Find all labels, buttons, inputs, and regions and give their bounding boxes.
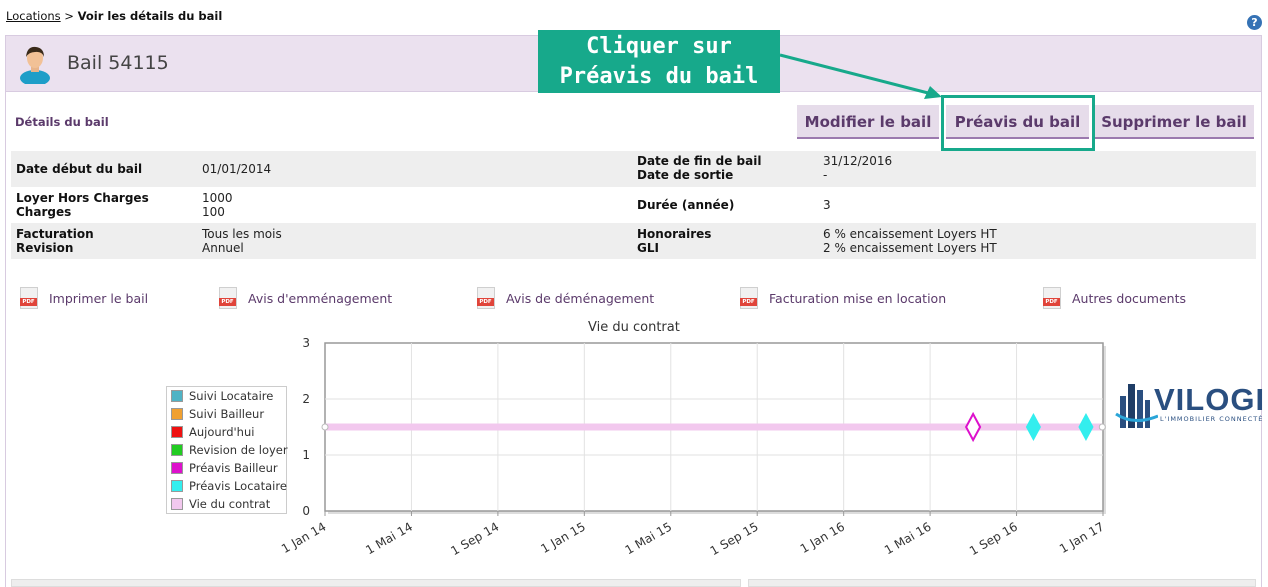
gli-label: GLI	[637, 241, 659, 255]
breadcrumb-locations-link[interactable]: Locations	[6, 9, 61, 23]
legend-swatch	[171, 480, 183, 492]
exit-date-value: -	[823, 168, 828, 182]
pdf-icon	[20, 287, 38, 309]
legend-swatch	[171, 498, 183, 510]
legend-label: Aujourd'hui	[189, 425, 255, 439]
document-label[interactable]: Autres documents	[1072, 291, 1186, 306]
chart-title: Vie du contrat	[588, 320, 680, 335]
building-logo-icon	[1115, 384, 1158, 428]
legend-label: Suivi Locataire	[189, 389, 274, 403]
rent-label: Loyer Hors Charges	[16, 191, 149, 205]
legend-swatch	[171, 390, 183, 402]
details-row-dates: Date début du bail 01/01/2014 Date de fi…	[11, 151, 1256, 187]
chart-legend: Suivi Locataire Suivi Bailleur Aujourd'hui…	[166, 386, 288, 515]
end-date-label: Date de fin de bail	[637, 154, 762, 168]
delete-lease-button[interactable]: Supprimer le bail	[1094, 105, 1254, 139]
legend-item: Suivi Bailleur	[171, 407, 264, 425]
logo-tagline: L'IMMOBILIER CONNECTÉ	[1160, 415, 1264, 423]
legend-swatch	[171, 444, 183, 456]
top-bar: Locations > Voir les détails du bail ?	[0, 0, 1268, 34]
vilogi-logo: VILOGI L'IMMOBILIER CONNECTÉ	[1114, 378, 1266, 438]
billing-label: Facturation	[16, 227, 94, 241]
legend-label: Vie du contrat	[189, 497, 271, 511]
document-label[interactable]: Facturation mise en location	[769, 291, 946, 306]
pdf-icon	[740, 287, 758, 309]
charges-value: 100	[202, 205, 225, 219]
user-avatar-icon	[20, 46, 50, 84]
bottom-panel-right	[748, 579, 1256, 587]
pdf-icon	[219, 287, 237, 309]
start-date-value: 01/01/2014	[202, 162, 272, 176]
duration-value: 3	[823, 198, 831, 212]
document-label[interactable]: Imprimer le bail	[49, 291, 148, 306]
legend-item: Vie du contrat	[171, 497, 270, 515]
lease-details-heading: Détails du bail	[15, 115, 109, 129]
bottom-panel-left	[11, 579, 741, 587]
rent-value: 1000	[202, 191, 233, 205]
details-row-rent: Loyer Hors Charges 1000 Charges 100 Duré…	[11, 187, 1256, 223]
end-date-value: 31/12/2016	[823, 154, 893, 168]
legend-item: Préavis Locataire	[171, 479, 287, 497]
legend-swatch	[171, 462, 183, 474]
billing-value: Tous les mois	[202, 227, 282, 241]
instruction-callout: Cliquer sur Préavis du bail	[538, 30, 780, 93]
callout-line-2: Préavis du bail	[559, 64, 759, 89]
exit-date-label: Date de sortie	[637, 168, 734, 182]
document-label[interactable]: Avis de déménagement	[506, 291, 654, 306]
revision-value: Annuel	[202, 241, 244, 255]
pdf-icon	[1043, 287, 1061, 309]
legend-item: Revision de loyer	[171, 443, 288, 461]
gli-value: 2 % encaissement Loyers HT	[823, 241, 997, 255]
start-date-label: Date début du bail	[16, 162, 143, 176]
lease-title: Bail 54115	[67, 52, 169, 74]
legend-label: Suivi Bailleur	[189, 407, 265, 421]
breadcrumb: Locations > Voir les détails du bail	[6, 9, 222, 23]
edit-lease-button[interactable]: Modifier le bail	[797, 105, 939, 139]
revision-label: Revision	[16, 241, 74, 255]
legend-label: Revision de loyer	[189, 443, 288, 457]
legend-label: Préavis Locataire	[189, 479, 287, 493]
details-row-billing: Facturation Tous les mois Revision Annue…	[11, 223, 1256, 259]
help-icon[interactable]: ?	[1247, 15, 1262, 30]
callout-line-1: Cliquer sur	[586, 34, 732, 59]
fees-value: 6 % encaissement Loyers HT	[823, 227, 997, 241]
pdf-icon	[477, 287, 495, 309]
legend-swatch	[171, 426, 183, 438]
logo-text: VILOGI	[1154, 382, 1266, 417]
legend-swatch	[171, 408, 183, 420]
highlight-frame	[941, 95, 1095, 151]
breadcrumb-separator: >	[64, 9, 74, 23]
legend-item: Suivi Locataire	[171, 389, 273, 407]
fees-label: Honoraires	[637, 227, 712, 241]
legend-item: Préavis Bailleur	[171, 461, 278, 479]
callout-arrow-icon	[779, 53, 942, 99]
document-label[interactable]: Avis d'emménagement	[248, 291, 392, 306]
charges-label: Charges	[16, 205, 72, 219]
breadcrumb-current: Voir les détails du bail	[77, 9, 223, 23]
legend-label: Préavis Bailleur	[189, 461, 278, 475]
legend-item: Aujourd'hui	[171, 425, 254, 443]
duration-label: Durée (année)	[637, 198, 735, 212]
